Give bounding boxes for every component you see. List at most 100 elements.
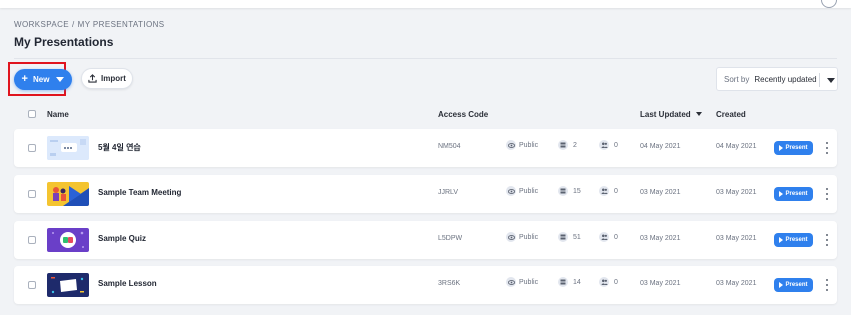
sort-separator <box>819 73 820 87</box>
plus-icon: + <box>21 73 28 85</box>
breadcrumb-current: MY PRESENTATIONS <box>77 20 165 29</box>
chevron-down-icon[interactable] <box>827 78 835 83</box>
header-access-code[interactable]: Access Code <box>438 110 488 119</box>
breadcrumb: WORKSPACE / MY PRESENTATIONS <box>14 20 168 29</box>
present-button-label: Present <box>785 237 808 243</box>
visibility-label: Public <box>519 187 539 195</box>
visibility: Public <box>506 140 538 150</box>
table-row[interactable]: 5월 4일 연습 NM504 Public 2 0 04 May 2021 04… <box>14 129 837 167</box>
eye-icon <box>506 277 516 287</box>
highlight-box: + New <box>8 62 72 96</box>
eye-icon <box>506 232 516 242</box>
created-date: 03 May 2021 <box>716 235 757 242</box>
breadcrumb-workspace[interactable]: WORKSPACE <box>14 20 69 29</box>
visibility: Public <box>506 232 538 242</box>
new-button[interactable]: + New <box>14 69 72 90</box>
created-date: 03 May 2021 <box>716 280 757 287</box>
participant-count-value: 0 <box>614 233 618 241</box>
header-last-updated-label: Last Updated <box>640 110 691 119</box>
row-checkbox[interactable] <box>28 190 36 198</box>
slides-stack-icon <box>558 186 568 196</box>
visibility: Public <box>506 277 538 287</box>
access-code: JJRLV <box>438 189 459 196</box>
row-checkbox[interactable] <box>28 281 36 289</box>
play-icon <box>779 237 784 243</box>
present-button[interactable]: Present <box>774 233 813 247</box>
presentation-name[interactable]: Sample Quiz <box>98 234 146 243</box>
participant-count: 0 <box>599 232 618 242</box>
presentation-name[interactable]: Sample Team Meeting <box>98 188 181 197</box>
participant-count-value: 0 <box>614 141 618 149</box>
slide-count-value: 15 <box>573 187 581 195</box>
slide-count: 15 <box>558 186 581 196</box>
presentation-name[interactable]: 5월 4일 연습 <box>98 142 141 153</box>
play-icon <box>779 282 784 288</box>
header-last-updated[interactable]: Last Updated <box>640 110 702 119</box>
row-checkbox[interactable] <box>28 236 36 244</box>
present-button[interactable]: Present <box>774 187 813 201</box>
sort-desc-icon <box>695 112 702 116</box>
participant-count-value: 0 <box>614 187 618 195</box>
chevron-down-icon <box>56 77 65 82</box>
last-updated-date: 03 May 2021 <box>640 189 681 196</box>
last-updated-date: 03 May 2021 <box>640 235 681 242</box>
presentation-thumbnail[interactable] <box>47 182 89 206</box>
visibility-label: Public <box>519 278 539 286</box>
people-icon <box>599 277 609 287</box>
upload-icon <box>88 74 97 83</box>
presentation-thumbnail[interactable] <box>47 273 89 297</box>
people-icon <box>599 140 609 150</box>
presentation-name[interactable]: Sample Lesson <box>98 279 157 288</box>
play-icon <box>779 191 784 197</box>
eye-icon <box>506 140 516 150</box>
kebab-menu-icon[interactable] <box>825 188 829 200</box>
avatar[interactable] <box>821 0 837 8</box>
header-name[interactable]: Name <box>47 110 69 119</box>
visibility: Public <box>506 186 538 196</box>
present-button-label: Present <box>785 191 808 197</box>
last-updated-date: 04 May 2021 <box>640 143 681 150</box>
participant-count: 0 <box>599 186 618 196</box>
select-all-checkbox[interactable] <box>28 110 36 118</box>
row-checkbox[interactable] <box>28 144 36 152</box>
slides-stack-icon <box>558 277 568 287</box>
present-button-label: Present <box>785 282 808 288</box>
import-button[interactable]: Import <box>81 68 133 89</box>
kebab-menu-icon[interactable] <box>825 234 829 246</box>
sort-value: Recently updated <box>754 74 817 84</box>
sort-dropdown[interactable]: Sort by Recently updated <box>716 67 838 91</box>
slide-count: 2 <box>558 140 577 150</box>
visibility-label: Public <box>519 233 539 241</box>
table-header: Name Access Code Last Updated Created <box>14 108 837 120</box>
play-icon <box>779 145 784 151</box>
access-code: NM504 <box>438 143 461 150</box>
presentation-thumbnail[interactable] <box>47 228 89 252</box>
breadcrumb-separator: / <box>72 20 75 29</box>
slide-count-value: 2 <box>573 141 577 149</box>
kebab-menu-icon[interactable] <box>825 279 829 291</box>
presentation-thumbnail[interactable] <box>47 136 89 160</box>
slide-count-value: 51 <box>573 233 581 241</box>
visibility-label: Public <box>519 141 539 149</box>
table-row[interactable]: Sample Lesson 3RS6K Public 14 0 03 May 2… <box>14 266 837 304</box>
participant-count-value: 0 <box>614 278 618 286</box>
table-row[interactable]: Sample Quiz L5DPW Public 51 0 03 May 202… <box>14 221 837 259</box>
access-code: 3RS6K <box>438 280 461 287</box>
eye-icon <box>506 186 516 196</box>
present-button[interactable]: Present <box>774 278 813 292</box>
kebab-menu-icon[interactable] <box>825 142 829 154</box>
page-title: My Presentations <box>14 35 114 49</box>
slide-count: 51 <box>558 232 581 242</box>
divider <box>14 58 837 59</box>
created-date: 03 May 2021 <box>716 189 757 196</box>
new-button-label: New <box>32 75 50 84</box>
access-code: L5DPW <box>438 235 463 242</box>
header-created[interactable]: Created <box>716 110 746 119</box>
participant-count: 0 <box>599 140 618 150</box>
present-button[interactable]: Present <box>774 141 813 155</box>
sort-label: Sort by <box>724 74 750 84</box>
table-row[interactable]: Sample Team Meeting JJRLV Public 15 0 03… <box>14 175 837 213</box>
slide-count-value: 14 <box>573 278 581 286</box>
present-button-label: Present <box>785 145 808 151</box>
import-button-label: Import <box>101 74 126 83</box>
